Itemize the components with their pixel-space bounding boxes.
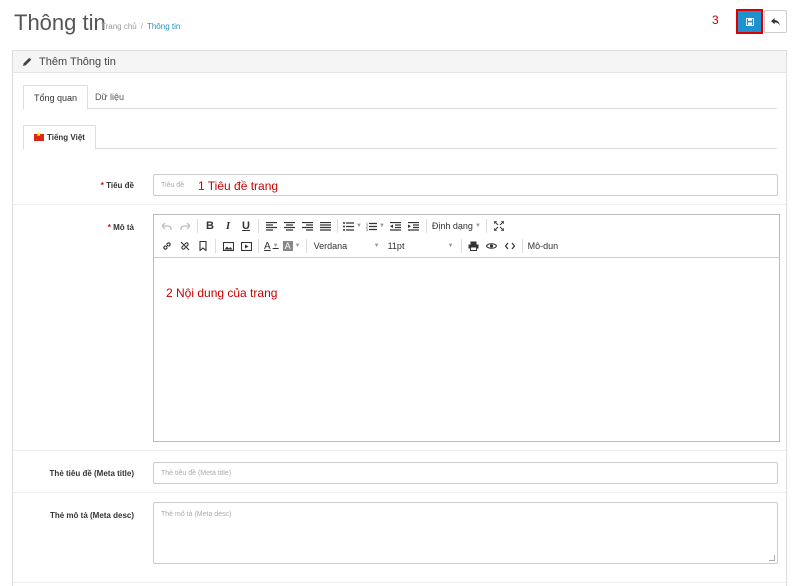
bookmark-icon <box>199 241 207 251</box>
required-mark: * <box>100 181 104 190</box>
redo-button[interactable] <box>176 217 194 235</box>
info-panel: Thêm Thông tin Tổng quan Dữ liệu Tiếng V… <box>12 50 787 586</box>
reply-arrow-icon <box>771 17 780 26</box>
redo-icon <box>180 222 190 230</box>
unlink-icon <box>180 241 190 251</box>
print-button[interactable] <box>465 237 483 255</box>
anchor-button[interactable] <box>194 237 212 255</box>
insert-image-button[interactable] <box>219 237 237 255</box>
eye-icon <box>486 243 498 249</box>
rich-text-editor: B I U ▼ 1 2 3 ▼ Định dạng ▼ A ▼ A ▼ Verd… <box>153 214 780 442</box>
step-2-annotation: 2 Nội dung của trang <box>166 286 278 300</box>
insert-media-button[interactable] <box>237 237 255 255</box>
indent-button[interactable] <box>405 217 423 235</box>
save-button[interactable] <box>736 9 763 34</box>
breadcrumb-current[interactable]: Thông tin <box>147 22 180 31</box>
align-justify-icon <box>319 221 331 231</box>
remove-link-button[interactable] <box>176 237 194 255</box>
language-label: Tiếng Việt <box>47 133 85 142</box>
underline-button[interactable]: U <box>237 217 255 235</box>
toolbar-row-1: B I U ▼ 1 2 3 ▼ Định dạng ▼ <box>154 216 508 236</box>
fullscreen-icon <box>493 221 504 231</box>
page-header: Thông tin Trang chủ / Thông tin 3 <box>0 0 800 44</box>
italic-button[interactable]: I <box>219 217 237 235</box>
bullet-list-icon <box>343 221 354 231</box>
title-label: * Tiêu đề <box>100 181 134 190</box>
step-3-annotation: 3 <box>712 13 719 27</box>
outdent-icon <box>390 221 402 231</box>
image-icon <box>222 241 234 251</box>
background-color-button[interactable]: A ▼ <box>281 237 303 255</box>
meta-title-label: Thẻ tiêu đề (Meta title) <box>49 469 134 478</box>
breadcrumb: Trang chủ / Thông tin <box>101 22 181 31</box>
align-right-button[interactable] <box>298 217 316 235</box>
align-right-icon <box>301 221 313 231</box>
video-icon <box>240 241 252 251</box>
editor-content-area[interactable]: 2 Nội dung của trang <box>154 258 779 441</box>
printer-icon <box>468 241 479 251</box>
resize-handle[interactable] <box>769 555 775 561</box>
source-code-button[interactable] <box>501 237 519 255</box>
preview-button[interactable] <box>483 237 501 255</box>
bullet-list-button[interactable]: ▼ <box>341 217 364 235</box>
pencil-icon <box>23 57 32 66</box>
back-button[interactable] <box>764 10 787 33</box>
undo-icon <box>162 222 172 230</box>
step-1-annotation: 1 Tiêu đề trang <box>198 179 279 193</box>
align-left-button[interactable] <box>262 217 280 235</box>
insert-link-button[interactable] <box>158 237 176 255</box>
meta-title-row: Thẻ tiêu đề (Meta title) Thẻ tiêu đề (Me… <box>13 451 786 493</box>
tab-data[interactable]: Dữ liệu <box>85 85 134 109</box>
meta-desc-row: Thẻ mô tả (Meta desc) Thẻ mô tả (Meta de… <box>13 493 786 583</box>
tab-overview[interactable]: Tổng quan <box>23 85 89 110</box>
toolbar-row-2: A ▼ A ▼ Verdana ▼ 11pt ▼ Mô-dun <box>154 236 560 256</box>
module-button[interactable]: Mô-dun <box>526 237 561 255</box>
main-tabs: Tổng quan Dữ liệu <box>23 85 777 110</box>
panel-heading: Thêm Thông tin <box>13 51 786 73</box>
link-icon <box>163 242 171 250</box>
align-center-button[interactable] <box>280 217 298 235</box>
align-center-icon <box>283 221 295 231</box>
font-family-select[interactable]: Verdana ▼ <box>310 237 384 255</box>
meta-desc-textarea[interactable]: Thẻ mô tả (Meta desc) <box>153 502 778 564</box>
indent-icon <box>408 221 420 231</box>
title-row: * Tiêu đề Tiêu đề 1 Tiêu đề trang <box>13 163 786 205</box>
svg-text:3: 3 <box>366 228 368 231</box>
align-justify-button[interactable] <box>316 217 334 235</box>
code-icon <box>504 242 515 250</box>
meta-title-input[interactable]: Thẻ tiêu đề (Meta title) <box>153 462 778 484</box>
description-label: * Mô tả <box>107 223 134 232</box>
numbered-list-icon: 123 <box>366 222 377 231</box>
numbered-list-button[interactable]: 1 2 3 ▼ <box>364 217 387 235</box>
vietnam-flag-icon <box>34 131 44 141</box>
undo-button[interactable] <box>158 217 176 235</box>
tab-language-vietnamese[interactable]: Tiếng Việt <box>23 125 96 150</box>
outdent-button[interactable] <box>387 217 405 235</box>
font-size-select[interactable]: 11pt ▼ <box>384 237 458 255</box>
panel-title: Thêm Thông tin <box>39 55 116 68</box>
meta-desc-label: Thẻ mô tả (Meta desc) <box>49 511 134 520</box>
floppy-disk-icon <box>745 17 754 26</box>
language-tabs: Tiếng Việt <box>23 125 777 150</box>
breadcrumb-home[interactable]: Trang chủ <box>101 22 137 31</box>
format-dropdown[interactable]: Định dạng ▼ <box>430 217 483 235</box>
fullscreen-button[interactable] <box>490 217 508 235</box>
page-title: Thông tin <box>14 10 106 35</box>
bold-button[interactable]: B <box>201 217 219 235</box>
font-color-button[interactable]: A ▼ <box>262 237 281 255</box>
editor-toolbar: B I U ▼ 1 2 3 ▼ Định dạng ▼ A ▼ A ▼ Verd… <box>154 215 779 258</box>
align-left-icon <box>265 221 277 231</box>
